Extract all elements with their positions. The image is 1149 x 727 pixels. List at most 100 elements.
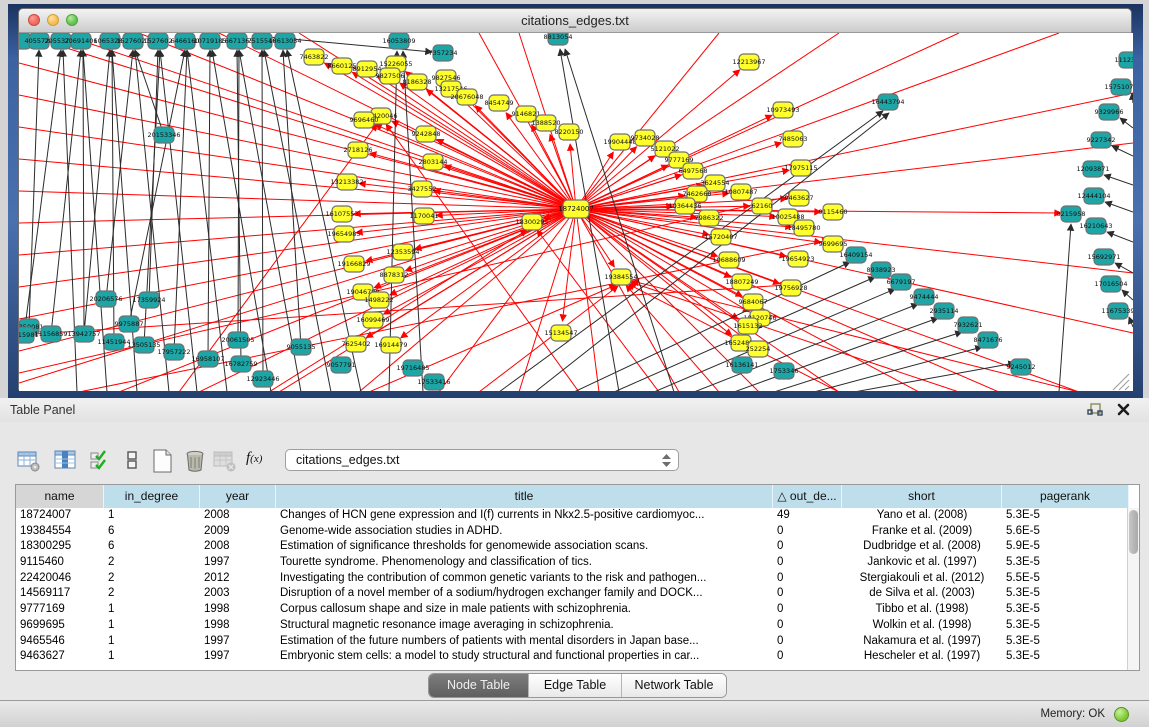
- table-cell[interactable]: 9465546: [16, 634, 104, 650]
- table-cell[interactable]: Yano et al. (2008): [842, 508, 1002, 524]
- table-cell[interactable]: Embryonic stem cells: a model to study s…: [276, 649, 773, 665]
- resize-grip[interactable]: [1125, 386, 1129, 390]
- table-cell[interactable]: Nakamura et al. (1997): [842, 634, 1002, 650]
- table-cell[interactable]: 0: [773, 586, 842, 602]
- select-rows-icon[interactable]: [88, 448, 114, 474]
- create-table-icon[interactable]: [150, 448, 176, 474]
- table-cell[interactable]: Corpus callosum shape and size in male p…: [276, 602, 773, 618]
- table-cell[interactable]: Jankovic et al. (1997): [842, 555, 1002, 571]
- table-cell[interactable]: 14569117: [16, 586, 104, 602]
- table-cell[interactable]: 2009: [200, 524, 276, 540]
- table-cell[interactable]: 0: [773, 602, 842, 618]
- table-cell[interactable]: 5.9E-5: [1002, 539, 1129, 555]
- table-cell[interactable]: 19384554: [16, 524, 104, 540]
- table-cell[interactable]: 1998: [200, 602, 276, 618]
- table-cell[interactable]: 0: [773, 524, 842, 540]
- column-header-in-degree[interactable]: in_degree: [104, 485, 200, 508]
- table-cell[interactable]: 5.3E-5: [1002, 649, 1129, 665]
- table-row[interactable]: 2242004622012Investigating the contribut…: [16, 571, 1129, 587]
- table-cell[interactable]: de Silva et al. (2003): [842, 586, 1002, 602]
- table-cell[interactable]: 9463627: [16, 649, 104, 665]
- table-row[interactable]: 977716911998Corpus callosum shape and si…: [16, 602, 1129, 618]
- column-header-title[interactable]: title: [276, 485, 773, 508]
- tab-edge-table[interactable]: Edge Table: [529, 674, 622, 697]
- table-cell[interactable]: Tourette syndrome. Phenomenology and cla…: [276, 555, 773, 571]
- table-cell[interactable]: 5.3E-5: [1002, 555, 1129, 571]
- table-cell[interactable]: 1: [104, 618, 200, 634]
- table-cell[interactable]: Tibbo et al. (1998): [842, 602, 1002, 618]
- tab-network-table[interactable]: Network Table: [622, 674, 726, 697]
- table-cell[interactable]: 0: [773, 634, 842, 650]
- table-cell[interactable]: 6: [104, 524, 200, 540]
- resize-grip[interactable]: [1119, 380, 1129, 390]
- table-row[interactable]: 969969511998Structural magnetic resonanc…: [16, 618, 1129, 634]
- table-cell[interactable]: 1: [104, 649, 200, 665]
- table-row[interactable]: 911546021997Tourette syndrome. Phenomeno…: [16, 555, 1129, 571]
- table-cell[interactable]: 18300295: [16, 539, 104, 555]
- table-cell[interactable]: Wolkin et al. (1998): [842, 618, 1002, 634]
- table-cell[interactable]: Changes of HCN gene expression and I(f) …: [276, 508, 773, 524]
- table-cell[interactable]: 1998: [200, 618, 276, 634]
- column-header-pagerank[interactable]: pagerank: [1002, 485, 1129, 508]
- table-row[interactable]: 946362711997Embryonic stem cells: a mode…: [16, 649, 1129, 665]
- table-cell[interactable]: 1: [104, 508, 200, 524]
- delete-rows-icon[interactable]: [182, 448, 208, 474]
- table-cell[interactable]: 2008: [200, 508, 276, 524]
- table-settings-icon[interactable]: [16, 448, 42, 474]
- table-cell[interactable]: 2012: [200, 571, 276, 587]
- table-cell[interactable]: 5.3E-5: [1002, 634, 1129, 650]
- table-cell[interactable]: 22420046: [16, 571, 104, 587]
- table-cell[interactable]: Hescheler et al. (1997): [842, 649, 1002, 665]
- column-header-short[interactable]: short: [842, 485, 1002, 508]
- table-cell[interactable]: 0: [773, 618, 842, 634]
- table-cell[interactable]: 2: [104, 555, 200, 571]
- citation-graph[interactable]: 4055724205537242069140610653287152760211…: [19, 33, 1133, 391]
- table-cell[interactable]: Genome-wide association studies in ADHD.: [276, 524, 773, 540]
- column-header-year[interactable]: year: [200, 485, 276, 508]
- show-columns-icon[interactable]: [53, 448, 79, 474]
- table-cell[interactable]: Structural magnetic resonance image aver…: [276, 618, 773, 634]
- table-cell[interactable]: 1997: [200, 634, 276, 650]
- table-cell[interactable]: 9699695: [16, 618, 104, 634]
- tab-node-table[interactable]: Node Table: [429, 674, 529, 697]
- table-cell[interactable]: 0: [773, 539, 842, 555]
- table-cell[interactable]: 0: [773, 571, 842, 587]
- table-cell[interactable]: 5.3E-5: [1002, 586, 1129, 602]
- memory-ok-indicator[interactable]: [1114, 707, 1129, 722]
- table-row[interactable]: 1830029562008Estimation of significance …: [16, 539, 1129, 555]
- table-cell[interactable]: Investigating the contribution of common…: [276, 571, 773, 587]
- column-header-name[interactable]: name: [16, 485, 104, 508]
- table-vertical-scrollbar[interactable]: [1127, 508, 1139, 670]
- table-cell[interactable]: 1997: [200, 649, 276, 665]
- float-panel-icon[interactable]: [1086, 402, 1104, 418]
- network-window-titlebar[interactable]: citations_edges.txt: [19, 9, 1131, 33]
- scrollbar-thumb[interactable]: [1129, 510, 1138, 554]
- table-cell[interactable]: 1: [104, 634, 200, 650]
- table-source-dropdown[interactable]: citations_edges.txt: [285, 449, 679, 471]
- table-cell[interactable]: 1997: [200, 555, 276, 571]
- table-cell[interactable]: 9115460: [16, 555, 104, 571]
- close-panel-icon[interactable]: [1116, 402, 1132, 418]
- table-cell[interactable]: Dudbridge et al. (2008): [842, 539, 1002, 555]
- table-row[interactable]: 1938455462009Genome-wide association stu…: [16, 524, 1129, 540]
- table-cell[interactable]: Franke et al. (2009): [842, 524, 1002, 540]
- table-row[interactable]: 1872400712008Changes of HCN gene express…: [16, 508, 1129, 524]
- table-cell[interactable]: 1: [104, 602, 200, 618]
- table-cell[interactable]: 6: [104, 539, 200, 555]
- table-cell[interactable]: Estimation of the future numbers of pati…: [276, 634, 773, 650]
- table-cell[interactable]: 5.3E-5: [1002, 602, 1129, 618]
- table-cell[interactable]: 2: [104, 571, 200, 587]
- table-cell[interactable]: 5.3E-5: [1002, 618, 1129, 634]
- row-height-icon[interactable]: [120, 448, 146, 474]
- network-canvas[interactable]: 4055724205537242069140610653287152760211…: [19, 33, 1133, 391]
- table-cell[interactable]: Estimation of significance thresholds fo…: [276, 539, 773, 555]
- table-cell[interactable]: 2: [104, 586, 200, 602]
- column-header-out-degree[interactable]: △ out_de...: [773, 485, 842, 508]
- table-cell[interactable]: 5.3E-5: [1002, 508, 1129, 524]
- table-cell[interactable]: 49: [773, 508, 842, 524]
- table-cell[interactable]: 5.5E-5: [1002, 571, 1129, 587]
- table-cell[interactable]: 18724007: [16, 508, 104, 524]
- table-cell[interactable]: Stergiakouli et al. (2012): [842, 571, 1002, 587]
- table-cell[interactable]: 0: [773, 649, 842, 665]
- table-cell[interactable]: Disruption of a novel member of a sodium…: [276, 586, 773, 602]
